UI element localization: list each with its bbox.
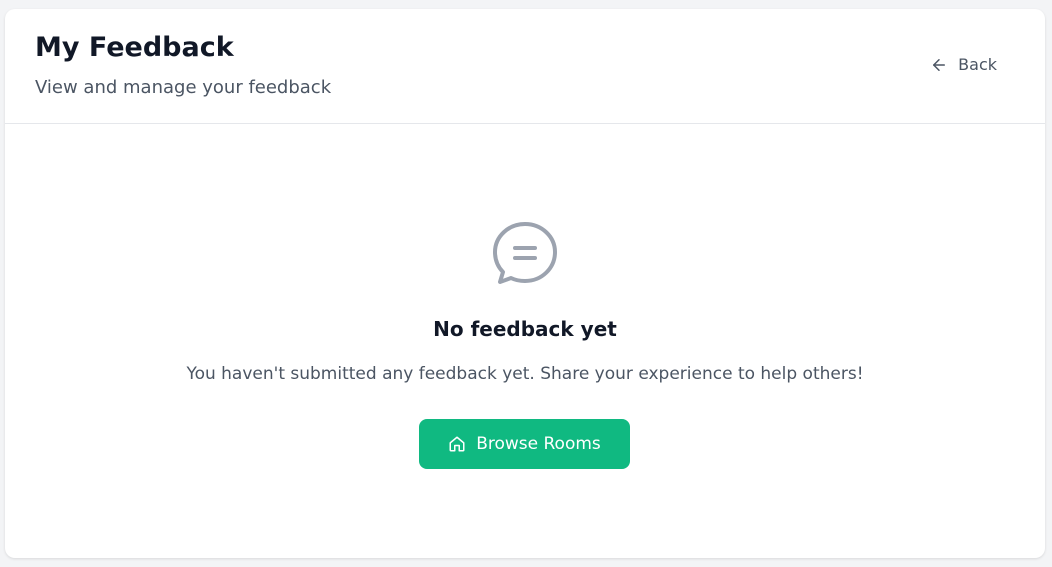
page-header: My Feedback View and manage your feedbac… [5,9,1045,124]
empty-state: No feedback yet You haven't submitted an… [5,124,1045,558]
back-button[interactable]: Back [930,53,997,77]
empty-state-message: You haven't submitted any feedback yet. … [186,364,864,384]
page-title: My Feedback [35,32,234,63]
empty-state-title: No feedback yet [433,317,617,341]
back-button-label: Back [958,55,997,74]
arrow-left-icon [930,56,948,74]
page-subtitle: View and manage your feedback [35,77,332,98]
home-icon [448,435,466,453]
browse-rooms-label: Browse Rooms [476,434,601,454]
browse-rooms-button[interactable]: Browse Rooms [419,419,630,469]
chat-bubble-icon [491,220,559,288]
feedback-card: My Feedback View and manage your feedbac… [5,9,1045,558]
